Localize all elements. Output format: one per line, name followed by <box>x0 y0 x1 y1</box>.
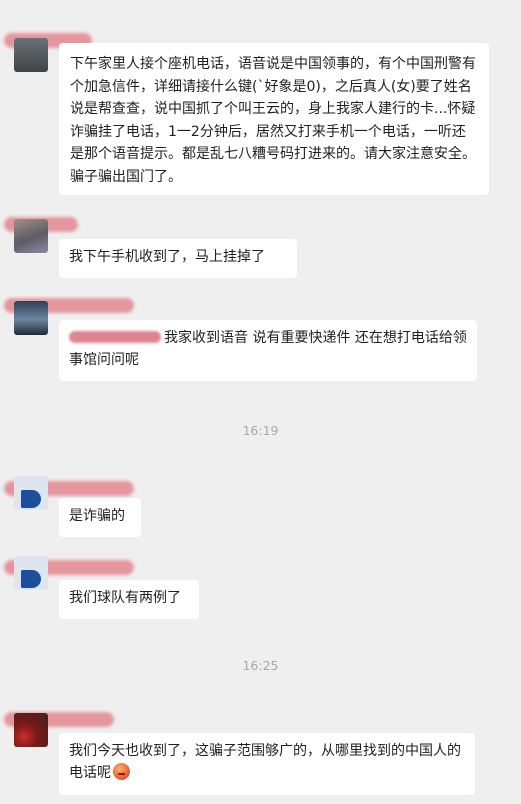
message-bubble[interactable]: 我下午手机收到了，马上挂掉了 <box>59 239 297 278</box>
avatar[interactable] <box>14 219 48 253</box>
message-bubble[interactable]: 下午家里人接个座机电话，语音说是中国领事的，有个中国刑警有个加急信件，详细请接什… <box>59 43 489 195</box>
avatar[interactable] <box>14 556 48 590</box>
mention-redacted <box>69 331 161 343</box>
avatar-logo-icon <box>21 570 41 588</box>
message-bubble[interactable]: 我们球队有两例了 <box>59 580 199 619</box>
timestamp: 16:19 <box>242 423 279 438</box>
message-bubble[interactable]: 我们今天也收到了，这骗子范围够广的，从哪里找到的中国人的电话呢 <box>59 733 475 795</box>
avatar[interactable] <box>14 301 48 335</box>
message-text: 我下午手机收到了，马上挂掉了 <box>69 249 265 265</box>
message-bubble[interactable]: 是诈骗的 <box>59 498 141 537</box>
avatar[interactable] <box>14 476 48 510</box>
message-text: 是诈骗的 <box>69 508 125 524</box>
message-bubble[interactable]: 我家收到语音 说有重要快递件 还在想打电话给领事馆问问呢 <box>59 320 477 381</box>
avatar[interactable] <box>14 713 48 747</box>
message-text: 我们球队有两例了 <box>69 590 181 606</box>
timestamp: 16:25 <box>242 658 279 673</box>
avatar-logo-icon <box>21 490 41 508</box>
angry-face-icon <box>113 762 130 780</box>
avatar[interactable] <box>14 38 48 72</box>
message-text: 下午家里人接个座机电话，语音说是中国领事的，有个中国刑警有个加急信件，详细请接什… <box>70 56 476 185</box>
